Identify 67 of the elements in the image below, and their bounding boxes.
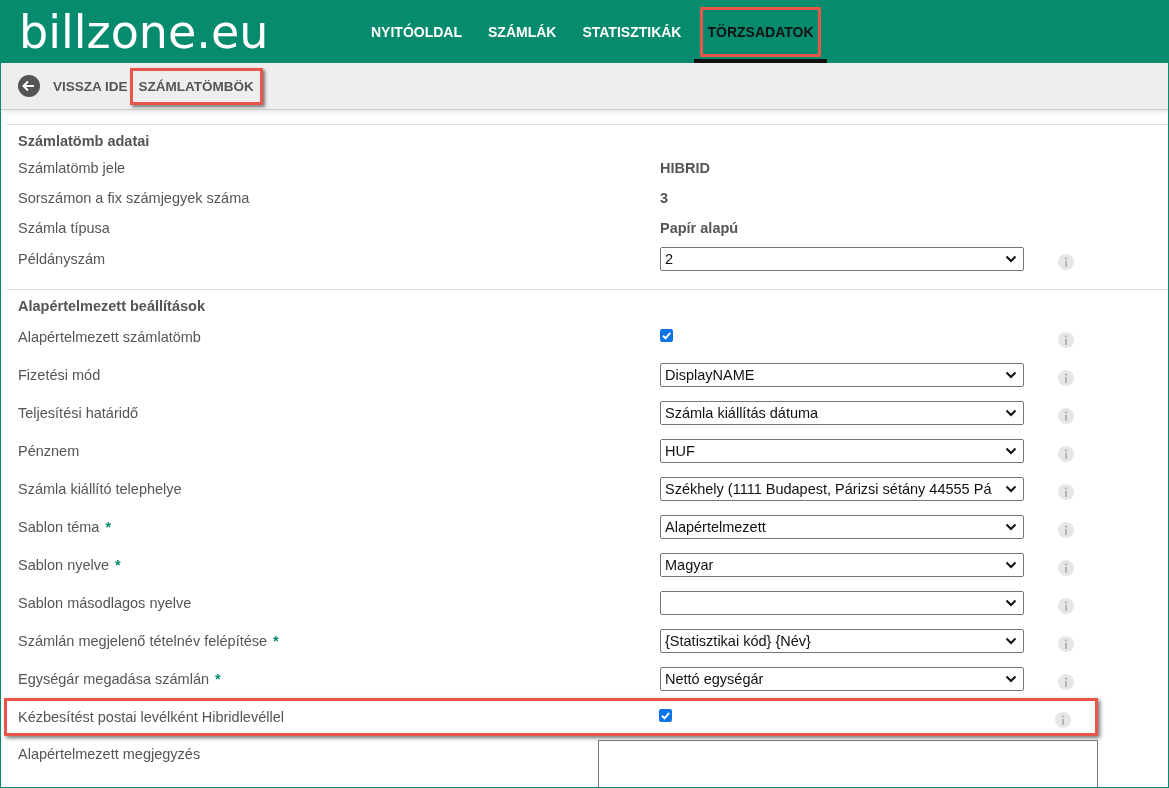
checkbox[interactable] <box>660 329 673 342</box>
chevron-down-icon <box>1005 599 1017 607</box>
field-value: 3 <box>660 190 669 206</box>
nav-tab[interactable]: NYITÓOLDAL <box>358 1 475 63</box>
info-icon[interactable] <box>1058 674 1074 690</box>
info-icon[interactable] <box>1058 446 1074 462</box>
field-label: Kézbesítést postai levélként Hibridlevéllel <box>18 709 284 725</box>
field-label: Számlatömb jele <box>18 160 126 176</box>
chevron-down-icon <box>1005 371 1017 379</box>
field-label: Sorszámon a fix számjegyek száma <box>18 190 250 206</box>
chevron-down-icon <box>1005 409 1017 417</box>
field-value: Papír alapú <box>660 220 739 236</box>
required-mark: * <box>115 557 121 573</box>
chevron-down-icon <box>1005 485 1017 493</box>
field-label: Számla kiállító telephelye <box>18 481 182 497</box>
select-field[interactable]: Nettó egységár <box>660 667 1024 691</box>
info-icon[interactable] <box>1058 484 1074 500</box>
field-label: Alapértelmezett számlatömb <box>18 329 201 345</box>
chevron-down-icon <box>1005 523 1017 531</box>
field-label: Egységár megadása számlán <box>18 671 210 687</box>
field-label: Fizetési mód <box>18 367 101 383</box>
chevron-down-icon <box>1005 561 1017 569</box>
field-label: Pénznem <box>18 443 80 459</box>
field-label: Sablon másodlagos nyelve <box>18 595 192 611</box>
required-mark: * <box>215 671 221 687</box>
checkbox[interactable] <box>659 709 673 722</box>
field-value: HIBRID <box>660 160 710 176</box>
info-icon[interactable] <box>1058 254 1074 270</box>
breadcrumb-current[interactable]: SZÁMLATÖMBÖK <box>129 67 263 105</box>
section-title: Számlatömb adatai <box>17 132 151 151</box>
chevron-down-icon <box>1005 675 1017 683</box>
info-icon[interactable] <box>1058 636 1074 652</box>
info-icon[interactable] <box>1055 712 1072 728</box>
select-field[interactable]: Alapértelmezett <box>660 515 1024 539</box>
select-field[interactable]: Székhely (1111 Budapest, Párizsi sétány 44555 Pá <box>660 477 1024 501</box>
info-icon[interactable] <box>1058 370 1074 386</box>
field-label: Számlán megjelenő tételnév felépítése <box>18 633 268 649</box>
required-mark: * <box>105 519 112 535</box>
field-label: Alapértelmezett megjegyzés <box>18 746 201 762</box>
info-icon[interactable] <box>1058 522 1074 538</box>
select-field[interactable]: HUF <box>660 439 1024 463</box>
field-label: Sablon nyelve <box>18 557 110 573</box>
field-label: Számla típusa <box>18 220 110 236</box>
note-textarea[interactable] <box>597 740 1098 787</box>
info-icon[interactable] <box>1058 560 1074 576</box>
nav-tab[interactable]: TÖRZSADATOK <box>694 1 827 63</box>
nav-tab[interactable]: SZÁMLÁK <box>475 1 570 63</box>
select-field[interactable]: DisplayNAME <box>660 363 1024 387</box>
select-field[interactable] <box>660 591 1024 615</box>
select-field[interactable]: 2 <box>660 247 1024 271</box>
logo[interactable]: billzone.eu <box>1 1 341 63</box>
chevron-down-icon <box>1005 637 1017 645</box>
field-label: Példányszám <box>18 251 106 267</box>
field-label: Teljesítési határidő <box>18 405 139 421</box>
nav-tab[interactable]: STATISZTIKÁK <box>569 1 695 63</box>
chevron-down-icon <box>1005 447 1017 455</box>
chevron-down-icon <box>1005 255 1017 263</box>
select-field[interactable]: Magyar <box>660 553 1024 577</box>
back-link[interactable]: VISSZA IDE <box>53 78 128 94</box>
required-mark: * <box>273 633 279 649</box>
field-label: Sablon téma <box>18 519 100 535</box>
info-icon[interactable] <box>1058 408 1074 424</box>
select-field[interactable]: {Statisztikai kód} {Név} <box>660 629 1024 653</box>
section-title: Alapértelmezett beállítások <box>17 297 206 316</box>
info-icon[interactable] <box>1058 598 1074 614</box>
info-icon[interactable] <box>1058 332 1074 348</box>
select-field[interactable]: Számla kiállítás dátuma <box>660 401 1024 425</box>
